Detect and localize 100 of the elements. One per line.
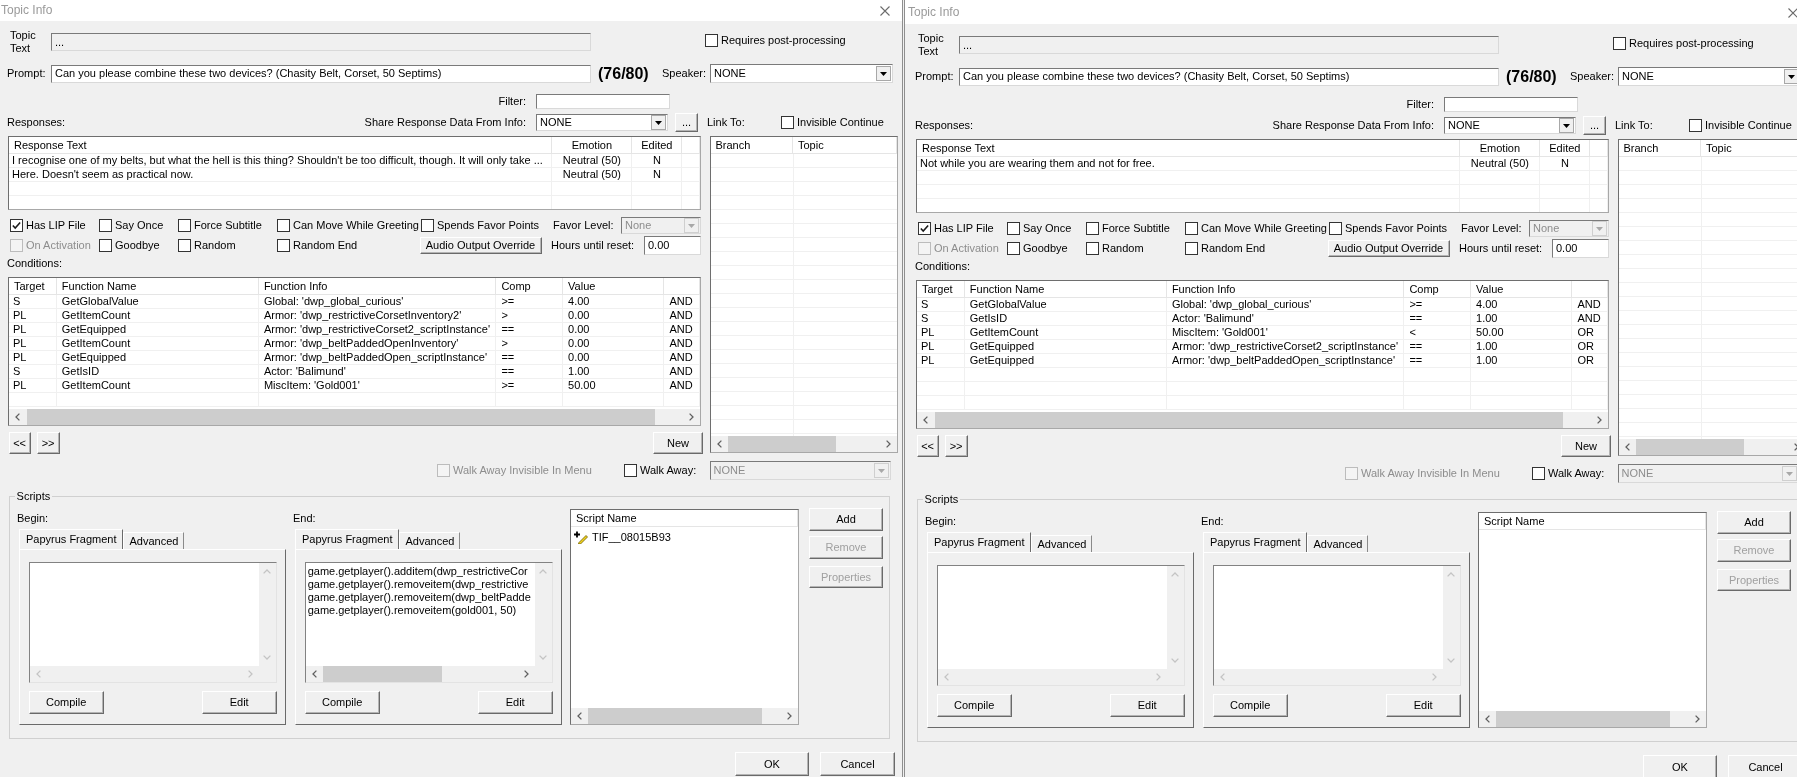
- code-field[interactable]: [28, 562, 277, 683]
- next-button[interactable]: >>: [36, 432, 60, 454]
- new-button[interactable]: New: [653, 432, 703, 454]
- column-header[interactable]: Function Name: [964, 281, 1167, 297]
- code-field[interactable]: [1212, 565, 1461, 686]
- ellipsis-button[interactable]: ...: [1583, 116, 1606, 135]
- horizontal-scrollbar[interactable]: [710, 436, 897, 452]
- tab[interactable]: Papyrus Fragment: [927, 532, 1032, 552]
- tab[interactable]: Advanced: [1307, 535, 1369, 552]
- dropdown[interactable]: NONE: [710, 64, 893, 83]
- scroll-right-icon[interactable]: [1597, 416, 1602, 424]
- dropdown[interactable]: NONE: [1618, 67, 1797, 86]
- checkbox[interactable]: Force Subtitle: [178, 219, 262, 232]
- text-field[interactable]: [536, 93, 670, 109]
- tab[interactable]: Papyrus Fragment: [19, 529, 124, 549]
- horizontal-scrollbar[interactable]: [305, 666, 535, 682]
- column-header[interactable]: Comp: [1404, 281, 1472, 297]
- dropdown[interactable]: NONE: [1444, 117, 1576, 134]
- horizontal-scrollbar[interactable]: [571, 708, 798, 724]
- scroll-right-icon[interactable]: [689, 413, 694, 421]
- checkbox[interactable]: Can Move While Greeting: [277, 219, 419, 232]
- ok-button[interactable]: OK: [735, 752, 809, 776]
- column-header[interactable]: Emotion: [552, 137, 633, 153]
- checkbox[interactable]: Goodbye: [99, 239, 160, 252]
- column-header[interactable]: Response Text: [917, 140, 1461, 156]
- checkbox[interactable]: Can Move While Greeting: [1185, 222, 1327, 235]
- checkbox[interactable]: Force Subtitle: [1086, 222, 1170, 235]
- ellipsis-button[interactable]: ...: [675, 113, 698, 132]
- checkbox[interactable]: Spends Favor Points: [1329, 222, 1448, 235]
- previous-button[interactable]: <<: [8, 432, 31, 454]
- column-header[interactable]: Function Name: [56, 278, 259, 294]
- checkbox[interactable]: Invisible Continue: [1689, 119, 1792, 132]
- scroll-left-icon[interactable]: [577, 712, 582, 720]
- scroll-right-icon[interactable]: [886, 440, 891, 448]
- scrollbar-thumb[interactable]: [1635, 439, 1744, 455]
- column-header[interactable]: Branch: [710, 137, 793, 153]
- text-field[interactable]: [1444, 96, 1578, 112]
- add-button[interactable]: Add: [809, 508, 883, 531]
- close-icon[interactable]: [880, 5, 890, 16]
- scroll-down-icon[interactable]: [263, 655, 272, 660]
- column-header[interactable]: Target: [917, 281, 965, 297]
- column-header[interactable]: Target: [9, 278, 57, 294]
- action-button[interactable]: Audio Output Override: [419, 237, 542, 254]
- vertical-scrollbar[interactable]: [1166, 566, 1184, 669]
- scroll-left-icon[interactable]: [1485, 715, 1490, 723]
- dropdown[interactable]: NONE: [536, 114, 668, 131]
- text-field[interactable]: 0.00: [644, 236, 701, 255]
- checkbox[interactable]: Requires post-processing: [1613, 37, 1754, 50]
- scroll-right-icon[interactable]: [787, 712, 792, 720]
- cancel-button[interactable]: Cancel: [1728, 755, 1797, 777]
- checkbox[interactable]: Has LIP File: [10, 219, 86, 232]
- tab[interactable]: Advanced: [1031, 535, 1093, 552]
- edit-button[interactable]: Edit: [1109, 694, 1185, 717]
- scrollbar-thumb[interactable]: [727, 436, 836, 452]
- scroll-up-icon[interactable]: [1171, 572, 1180, 577]
- action-button[interactable]: Audio Output Override: [1327, 240, 1450, 257]
- scrollbar-thumb[interactable]: [1496, 711, 1670, 727]
- checkbox[interactable]: Invisible Continue: [781, 116, 884, 129]
- checkbox[interactable]: Say Once: [1007, 222, 1072, 235]
- scroll-left-icon[interactable]: [923, 416, 928, 424]
- tab[interactable]: Papyrus Fragment: [295, 529, 400, 549]
- scroll-down-icon[interactable]: [539, 655, 548, 660]
- checkbox[interactable]: Say Once: [99, 219, 164, 232]
- column-header[interactable]: Emotion: [1460, 140, 1541, 156]
- scroll-left-icon[interactable]: [716, 440, 722, 448]
- scroll-left-icon[interactable]: [15, 413, 20, 421]
- column-header[interactable]: Edited: [1540, 140, 1591, 156]
- tab[interactable]: Advanced: [399, 532, 461, 549]
- column-header[interactable]: Function Info: [258, 278, 497, 294]
- scrollbar-thumb[interactable]: [322, 666, 442, 682]
- close-icon[interactable]: [1788, 7, 1797, 18]
- scroll-up-icon[interactable]: [539, 569, 548, 574]
- scroll-down-icon[interactable]: [1171, 658, 1180, 663]
- ok-button[interactable]: OK: [1643, 755, 1717, 777]
- text-field[interactable]: Can you please combine these two devices? (Chasity Belt, Corset, 50 Septims): [51, 64, 591, 83]
- previous-button[interactable]: <<: [916, 435, 939, 457]
- compile-button[interactable]: Compile: [28, 691, 104, 714]
- checkbox[interactable]: Random End: [277, 239, 358, 252]
- vertical-scrollbar[interactable]: [1442, 566, 1460, 669]
- checkbox[interactable]: Random End: [1185, 242, 1266, 255]
- new-button[interactable]: New: [1561, 435, 1611, 457]
- checkbox[interactable]: Spends Favor Points: [421, 219, 540, 232]
- compile-button[interactable]: Compile: [304, 691, 380, 714]
- column-header[interactable]: Comp: [496, 278, 564, 294]
- scroll-right-icon[interactable]: [1695, 715, 1700, 723]
- horizontal-scrollbar[interactable]: [1479, 711, 1706, 727]
- scroll-right-icon[interactable]: [523, 670, 529, 678]
- column-header[interactable]: Topic: [1701, 140, 1797, 156]
- scroll-left-icon[interactable]: [311, 670, 317, 678]
- vertical-scrollbar[interactable]: [258, 563, 276, 666]
- scroll-down-icon[interactable]: [1447, 658, 1456, 663]
- column-header[interactable]: Branch: [1618, 140, 1701, 156]
- text-field[interactable]: 0.00: [1552, 239, 1609, 258]
- column-header[interactable]: Value: [563, 278, 665, 294]
- checkbox[interactable]: Walk Away:: [624, 464, 710, 477]
- checkbox[interactable]: Walk Away:: [1532, 467, 1618, 480]
- column-header[interactable]: Script Name: [571, 510, 798, 526]
- checkbox[interactable]: Has LIP File: [918, 222, 994, 235]
- edit-button[interactable]: Edit: [1385, 694, 1461, 717]
- tab[interactable]: Papyrus Fragment: [1203, 532, 1308, 552]
